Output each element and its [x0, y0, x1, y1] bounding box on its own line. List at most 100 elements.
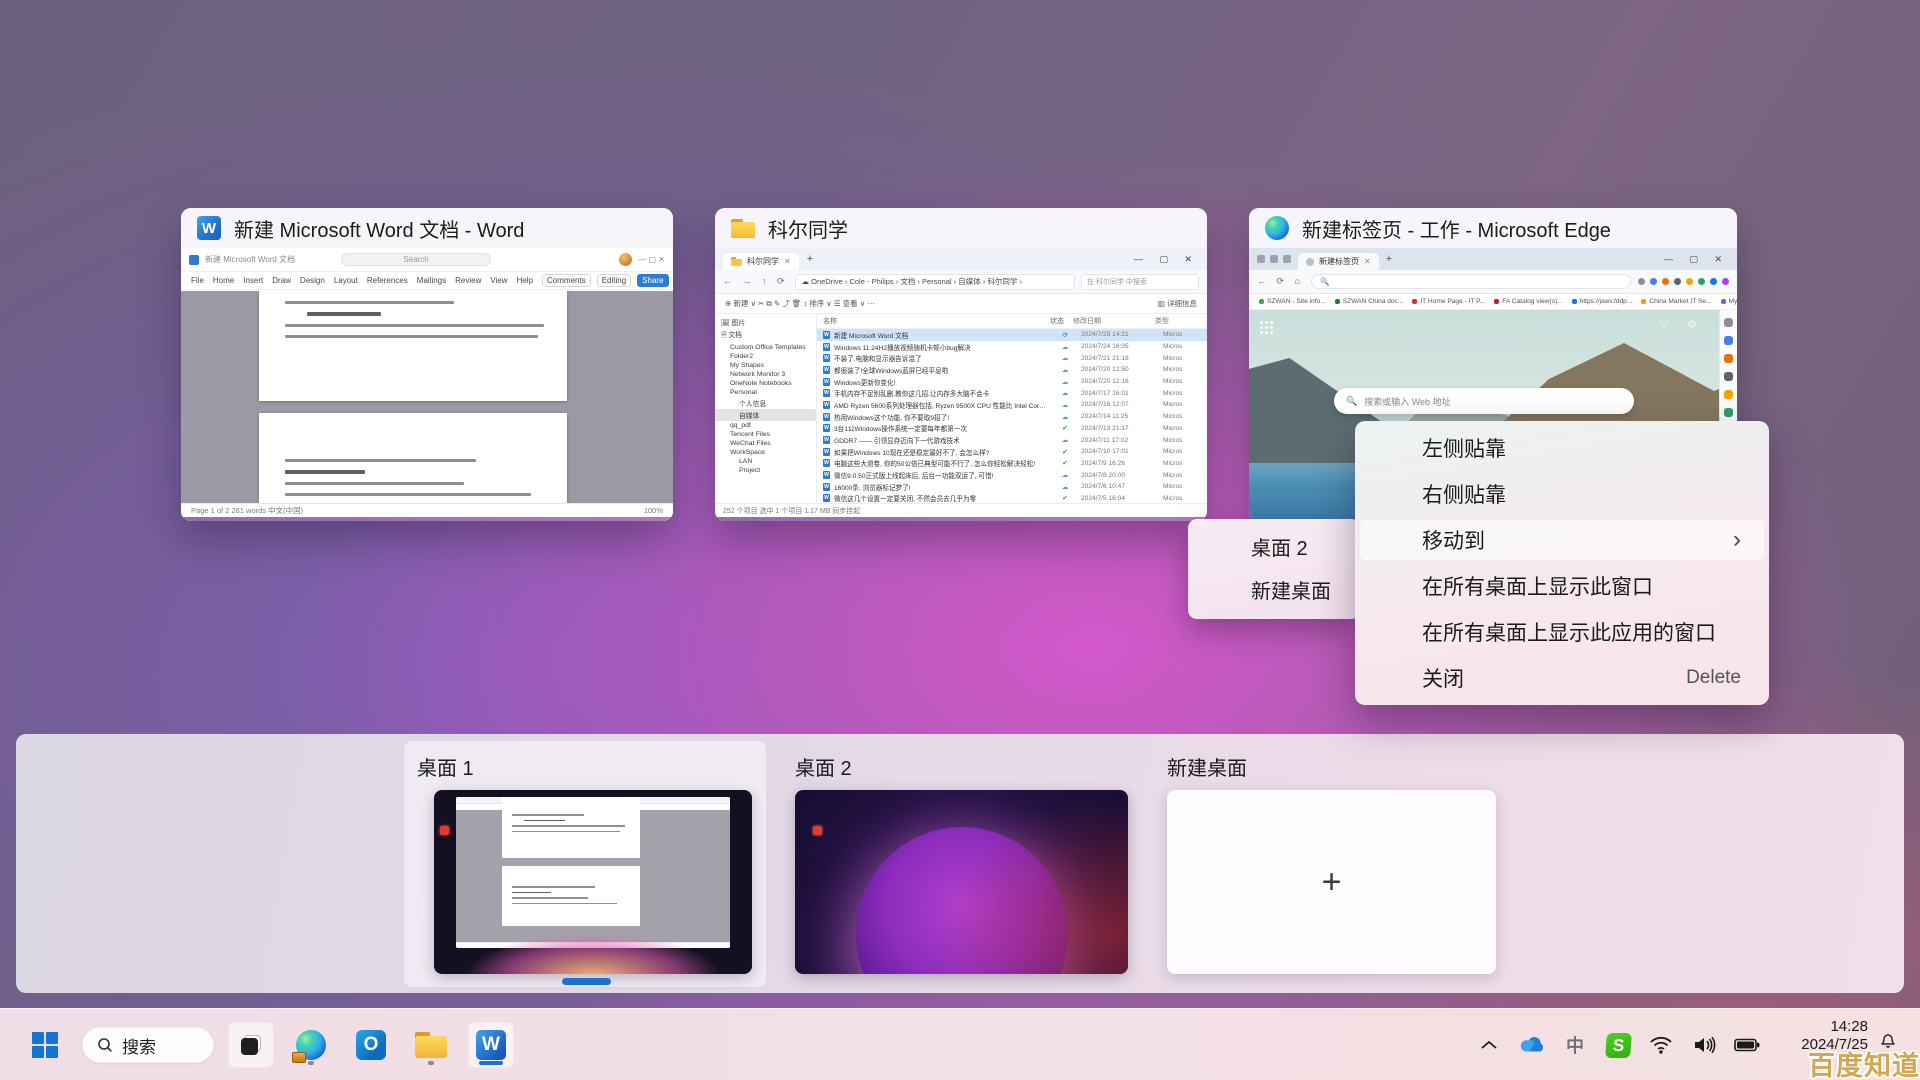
word-doc-icon: W: [823, 459, 830, 467]
window-title: 新建 Microsoft Word 文档 - Word: [234, 214, 524, 243]
explorer-address-bar: ← → ↑ ⟳ ☁ OneDrive › Cole - Philips › 文档…: [715, 270, 1207, 294]
nav-arrows: ← ⟳ ⌂: [1257, 276, 1304, 287]
page-settings-icons: ▽ ⚙: [1660, 318, 1705, 331]
explorer-sidebar: 🖼 图片🗎 文档Custom Office TemplatesFolder2My…: [715, 314, 817, 503]
edge-search-box: 🔍 搜索或输入 Web 地址: [1334, 388, 1634, 414]
sync-status-icon: ☁: [1049, 471, 1081, 479]
onedrive-tray-icon[interactable]: [1519, 1032, 1545, 1058]
column-header: 类型: [1155, 316, 1199, 326]
word-page-1: [259, 291, 567, 401]
extension-icon: [1698, 278, 1705, 285]
taskbar-word[interactable]: W: [468, 1022, 514, 1068]
sync-status-icon: ⟳: [1049, 331, 1081, 339]
breadcrumb: ☁ OneDrive › Cole - Philips › 文档 › Perso…: [795, 274, 1075, 290]
explorer-nav-item: WorkSpace: [715, 448, 816, 457]
profile-icons: [1257, 255, 1291, 263]
active-desktop-indicator: [562, 978, 611, 985]
edge-tab-bar: 新建标签页 ✕ + — ▢ ✕: [1249, 248, 1737, 270]
word-doc-icon: W: [823, 471, 830, 479]
word-doc-icon: W: [823, 424, 830, 432]
favicon: [1721, 299, 1726, 304]
context-menu-item[interactable]: 在所有桌面上显示此窗口: [1355, 563, 1769, 609]
favorite-item: China Market IT Se...: [1641, 298, 1711, 305]
context-menu-item[interactable]: 关闭Delete: [1355, 655, 1769, 701]
task-view-button[interactable]: [228, 1022, 274, 1068]
context-menu-item[interactable]: 在所有桌面上显示此应用的窗口: [1355, 609, 1769, 655]
window-title-bar[interactable]: 新建标签页 - 工作 - Microsoft Edge: [1249, 208, 1737, 248]
wifi-tray-icon[interactable]: [1648, 1032, 1674, 1058]
favicon: [1641, 299, 1646, 304]
window-card-word[interactable]: W 新建 Microsoft Word 文档 - Word 新建 Microso…: [181, 208, 673, 521]
explorer-nav-item: qq_pdf: [715, 421, 816, 430]
favorite-item: FA Catalog view(s)...: [1494, 298, 1562, 305]
explorer-thumbnail: 科尔同学 ✕ + — ▢ ✕ ← → ↑ ⟳ ☁ OneDrive › Cole…: [715, 248, 1207, 521]
taskbar-outlook[interactable]: O: [348, 1022, 394, 1068]
word-ribbon-tab: Review: [455, 276, 481, 285]
window-title-bar[interactable]: W 新建 Microsoft Word 文档 - Word: [181, 208, 673, 248]
ime-indicator[interactable]: 中: [1562, 1032, 1588, 1058]
extension-icon: [1722, 278, 1729, 285]
submenu-item[interactable]: 桌面 2: [1188, 525, 1360, 568]
word-ribbon-tab: Home: [213, 276, 234, 285]
context-menu-item[interactable]: 左侧贴靠: [1355, 425, 1769, 471]
file-row: W不装了,电脑和显示器告诉混了☁2024/7/21 21:18Micros: [817, 352, 1207, 364]
window-title-bar[interactable]: 科尔同学: [715, 208, 1207, 248]
nav-arrows: ← → ↑ ⟳: [723, 276, 789, 287]
explorer-tab-bar: 科尔同学 ✕ + — ▢ ✕: [715, 248, 1207, 270]
sync-status-icon: ☁: [1049, 401, 1081, 409]
sidebar-app-icon: [1724, 408, 1733, 417]
window-card-explorer[interactable]: 科尔同学 科尔同学 ✕ + — ▢ ✕ ← → ↑ ⟳ ☁ OneDrive ›…: [715, 208, 1207, 521]
explorer-nav-item: Network Monitor 3: [715, 370, 816, 379]
windows-logo-icon: [32, 1032, 58, 1058]
chevron-up-icon: [1480, 1040, 1498, 1050]
sidebar-app-icon: [1724, 336, 1733, 345]
context-menu-item[interactable]: 移动到›: [1355, 517, 1769, 563]
sogou-tray-icon[interactable]: S: [1605, 1032, 1631, 1058]
file-row: W3台1公Windows操作系统一定要每年都第一次✔2024/7/13 21:1…: [817, 423, 1207, 435]
word-ribbon-tab: File: [191, 276, 204, 285]
volume-tray-icon[interactable]: [1691, 1032, 1717, 1058]
explorer-nav-item: 自媒体: [715, 409, 816, 421]
new-desktop-label[interactable]: 新建桌面: [1167, 752, 1247, 781]
favorite-item: https://jawv.fddp...: [1572, 298, 1633, 305]
desktop-2-thumbnail[interactable]: [795, 790, 1128, 974]
explorer-nav-item: 个人信息: [715, 397, 816, 409]
submenu-item[interactable]: 新建桌面: [1188, 568, 1360, 611]
toolbar-extension-icons: [1638, 278, 1729, 285]
column-header: 修改日期: [1073, 316, 1155, 326]
word-thumbnail: 新建 Microsoft Word 文档 Search — ▢ ✕ FileHo…: [181, 248, 673, 521]
file-row: WWindows更新你变化!☁2024/7/20 12:16Micros: [817, 376, 1207, 388]
context-menu-item[interactable]: 右侧贴靠: [1355, 471, 1769, 517]
sync-status-icon: ✔: [1049, 494, 1081, 502]
avatar: [619, 253, 632, 266]
explorer-tab: 科尔同学 ✕: [723, 253, 799, 270]
taskbar-file-explorer[interactable]: [408, 1022, 454, 1068]
sync-status-icon: ☁: [1049, 354, 1081, 362]
explorer-nav-item: Custom Office Templates: [715, 343, 816, 352]
word-status-bar: Page 1 of 2 261 words 中文(中国)100%: [181, 503, 673, 517]
show-hidden-icons-button[interactable]: [1476, 1032, 1502, 1058]
word-action-chip: Editing: [597, 274, 631, 287]
word-doc-icon: W: [823, 401, 830, 409]
desktop-1-label[interactable]: 桌面 1: [417, 752, 474, 781]
taskbar-search[interactable]: 搜索: [82, 1027, 214, 1063]
word-ribbon-tab: Mailings: [417, 276, 446, 285]
file-row: W手机内存不足别乱删,教你这几招,让内存多大脑不会卡☁2024/7/17 16:…: [817, 387, 1207, 399]
explorer-toolbar: ⊕ 新建 ∨ ✂ ⧉ ✎ ⤴ 🗑 ↕ 排序 ∨ ☰ 查看 ∨ ⋯ ▥ 详细信息: [715, 294, 1207, 314]
new-tab-icon: +: [807, 253, 813, 265]
new-desktop-button[interactable]: +: [1167, 790, 1496, 974]
desktop-1-thumbnail[interactable]: [434, 790, 752, 974]
taskbar-edge[interactable]: [288, 1022, 334, 1068]
volume-icon: [1692, 1035, 1716, 1055]
file-row: WWindows 11 24H2播放视频随机卡顿小bug解决☁2024/7/24…: [817, 341, 1207, 353]
window-controls: — ▢ ✕: [1664, 254, 1729, 265]
desktop-2-label[interactable]: 桌面 2: [795, 752, 852, 781]
task-view-icon: [231, 1025, 271, 1065]
battery-tray-icon[interactable]: [1734, 1032, 1760, 1058]
word-doc-icon: W: [823, 366, 830, 374]
apps-grid-icon: [1259, 320, 1273, 334]
start-button[interactable]: [22, 1022, 68, 1068]
extension-icon: [1662, 278, 1669, 285]
explorer-nav-item: My Shapes: [715, 361, 816, 370]
explorer-nav-item: 🗎 文档: [715, 328, 816, 343]
